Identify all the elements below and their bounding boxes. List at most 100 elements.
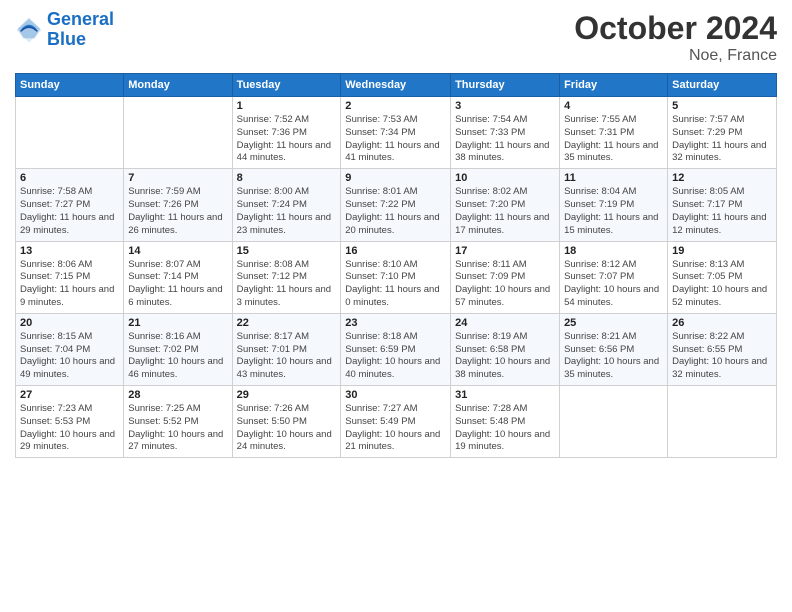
weekday-header-saturday: Saturday <box>668 74 777 97</box>
calendar-cell: 8 Sunrise: 8:00 AM Sunset: 7:24 PM Daylig… <box>232 169 341 241</box>
calendar-cell <box>16 97 124 169</box>
weekday-header-wednesday: Wednesday <box>341 74 451 97</box>
calendar-cell: 16Sunrise: 8:10 AM Sunset: 7:10 PM Dayli… <box>341 241 451 313</box>
calendar-cell: 26Sunrise: 8:22 AM Sunset: 6:55 PM Dayli… <box>668 313 777 385</box>
calendar-cell: 7Sunrise: 7:59 AM Sunset: 7:26 PM Daylig… <box>124 169 232 241</box>
weekday-header-thursday: Thursday <box>451 74 560 97</box>
day-info: Sunrise: 7:26 AM Sunset: 5:50 PM Dayligh… <box>237 403 337 454</box>
day-number: 8 <box>237 172 337 184</box>
calendar-cell <box>668 386 777 458</box>
calendar-cell: 17 Sunrise: 8:11 AM Sunset: 7:09 PM Dayli… <box>451 241 560 313</box>
logo-text: General Blue <box>47 10 114 50</box>
day-info: Sunrise: 8:00 AM Sunset: 7:24 PM Dayligh… <box>237 186 337 237</box>
calendar: SundayMondayTuesdayWednesdayThursdayFrid… <box>15 73 777 458</box>
day-info: Sunrise: 8:01 AM Sunset: 7:22 PM Dayligh… <box>345 186 446 237</box>
calendar-cell: 31 Sunrise: 7:28 AM Sunset: 5:48 PM Dayli… <box>451 386 560 458</box>
calendar-cell: 1Sunrise: 7:52 AM Sunset: 7:36 PM Daylig… <box>232 97 341 169</box>
weekday-header-sunday: Sunday <box>16 74 124 97</box>
day-number: 31 <box>455 389 555 401</box>
day-number: 11 <box>564 172 663 184</box>
day-number: 27 <box>20 389 119 401</box>
page: General Blue October 2024 Noe, France Su… <box>0 0 792 612</box>
day-info: Sunrise: 8:18 AM Sunset: 6:59 PM Dayligh… <box>345 331 446 382</box>
title-block: October 2024 Noe, France <box>574 10 777 65</box>
logo-icon <box>15 16 43 44</box>
weekday-header-tuesday: Tuesday <box>232 74 341 97</box>
day-info: Sunrise: 8:07 AM Sunset: 7:14 PM Dayligh… <box>128 259 227 310</box>
calendar-cell: 14 Sunrise: 8:07 AM Sunset: 7:14 PM Dayli… <box>124 241 232 313</box>
day-number: 21 <box>128 317 227 329</box>
calendar-cell: 19 Sunrise: 8:13 AM Sunset: 7:05 PM Dayli… <box>668 241 777 313</box>
calendar-cell <box>124 97 232 169</box>
day-info: Sunrise: 8:05 AM Sunset: 7:17 PM Dayligh… <box>672 186 772 237</box>
location: Noe, France <box>574 47 777 65</box>
month-title: October 2024 <box>574 10 777 47</box>
day-number: 17 <box>455 245 555 257</box>
day-info: Sunrise: 7:57 AM Sunset: 7:29 PM Dayligh… <box>672 114 772 165</box>
day-info: Sunrise: 8:11 AM Sunset: 7:09 PM Dayligh… <box>455 259 555 310</box>
calendar-cell: 27 Sunrise: 7:23 AM Sunset: 5:53 PM Dayli… <box>16 386 124 458</box>
day-number: 22 <box>237 317 337 329</box>
day-info: Sunrise: 7:25 AM Sunset: 5:52 PM Dayligh… <box>128 403 227 454</box>
day-number: 18 <box>564 245 663 257</box>
day-number: 10 <box>455 172 555 184</box>
calendar-cell: 21 Sunrise: 8:16 AM Sunset: 7:02 PM Dayli… <box>124 313 232 385</box>
week-row-4: 27 Sunrise: 7:23 AM Sunset: 5:53 PM Dayli… <box>16 386 777 458</box>
day-info: Sunrise: 8:04 AM Sunset: 7:19 PM Dayligh… <box>564 186 663 237</box>
calendar-cell: 18 Sunrise: 8:12 AM Sunset: 7:07 PM Dayli… <box>560 241 668 313</box>
calendar-cell: 4Sunrise: 7:55 AM Sunset: 7:31 PM Daylig… <box>560 97 668 169</box>
day-number: 2 <box>345 100 446 112</box>
day-number: 15 <box>237 245 337 257</box>
day-number: 29 <box>237 389 337 401</box>
day-info: Sunrise: 8:19 AM Sunset: 6:58 PM Dayligh… <box>455 331 555 382</box>
calendar-cell: 2 Sunrise: 7:53 AM Sunset: 7:34 PM Daylig… <box>341 97 451 169</box>
day-info: Sunrise: 8:16 AM Sunset: 7:02 PM Dayligh… <box>128 331 227 382</box>
week-row-2: 13 Sunrise: 8:06 AM Sunset: 7:15 PM Dayli… <box>16 241 777 313</box>
calendar-cell: 20Sunrise: 8:15 AM Sunset: 7:04 PM Dayli… <box>16 313 124 385</box>
day-number: 28 <box>128 389 227 401</box>
day-number: 6 <box>20 172 119 184</box>
week-row-3: 20Sunrise: 8:15 AM Sunset: 7:04 PM Dayli… <box>16 313 777 385</box>
day-number: 19 <box>672 245 772 257</box>
day-number: 7 <box>128 172 227 184</box>
day-info: Sunrise: 8:08 AM Sunset: 7:12 PM Dayligh… <box>237 259 337 310</box>
calendar-cell: 25 Sunrise: 8:21 AM Sunset: 6:56 PM Dayli… <box>560 313 668 385</box>
day-info: Sunrise: 7:28 AM Sunset: 5:48 PM Dayligh… <box>455 403 555 454</box>
day-number: 13 <box>20 245 119 257</box>
day-info: Sunrise: 7:54 AM Sunset: 7:33 PM Dayligh… <box>455 114 555 165</box>
day-number: 16 <box>345 245 446 257</box>
day-info: Sunrise: 8:21 AM Sunset: 6:56 PM Dayligh… <box>564 331 663 382</box>
weekday-header-monday: Monday <box>124 74 232 97</box>
day-number: 24 <box>455 317 555 329</box>
week-row-0: 1Sunrise: 7:52 AM Sunset: 7:36 PM Daylig… <box>16 97 777 169</box>
day-info: Sunrise: 7:23 AM Sunset: 5:53 PM Dayligh… <box>20 403 119 454</box>
weekday-header-friday: Friday <box>560 74 668 97</box>
calendar-cell: 23 Sunrise: 8:18 AM Sunset: 6:59 PM Dayli… <box>341 313 451 385</box>
day-info: Sunrise: 8:12 AM Sunset: 7:07 PM Dayligh… <box>564 259 663 310</box>
header: General Blue October 2024 Noe, France <box>15 10 777 65</box>
calendar-cell: 3Sunrise: 7:54 AM Sunset: 7:33 PM Daylig… <box>451 97 560 169</box>
calendar-cell: 29 Sunrise: 7:26 AM Sunset: 5:50 PM Dayli… <box>232 386 341 458</box>
week-row-1: 6 Sunrise: 7:58 AM Sunset: 7:27 PM Daylig… <box>16 169 777 241</box>
day-info: Sunrise: 7:53 AM Sunset: 7:34 PM Dayligh… <box>345 114 446 165</box>
calendar-cell: 28 Sunrise: 7:25 AM Sunset: 5:52 PM Dayli… <box>124 386 232 458</box>
day-info: Sunrise: 7:27 AM Sunset: 5:49 PM Dayligh… <box>345 403 446 454</box>
day-number: 25 <box>564 317 663 329</box>
day-info: Sunrise: 8:06 AM Sunset: 7:15 PM Dayligh… <box>20 259 119 310</box>
calendar-cell <box>560 386 668 458</box>
day-number: 23 <box>345 317 446 329</box>
day-info: Sunrise: 8:17 AM Sunset: 7:01 PM Dayligh… <box>237 331 337 382</box>
day-info: Sunrise: 7:58 AM Sunset: 7:27 PM Dayligh… <box>20 186 119 237</box>
calendar-cell: 12Sunrise: 8:05 AM Sunset: 7:17 PM Dayli… <box>668 169 777 241</box>
day-number: 14 <box>128 245 227 257</box>
calendar-cell: 15 Sunrise: 8:08 AM Sunset: 7:12 PM Dayli… <box>232 241 341 313</box>
day-number: 30 <box>345 389 446 401</box>
calendar-cell: 13 Sunrise: 8:06 AM Sunset: 7:15 PM Dayli… <box>16 241 124 313</box>
day-number: 5 <box>672 100 772 112</box>
calendar-cell: 11 Sunrise: 8:04 AM Sunset: 7:19 PM Dayli… <box>560 169 668 241</box>
calendar-cell: 5 Sunrise: 7:57 AM Sunset: 7:29 PM Daylig… <box>668 97 777 169</box>
calendar-cell: 9Sunrise: 8:01 AM Sunset: 7:22 PM Daylig… <box>341 169 451 241</box>
calendar-cell: 10 Sunrise: 8:02 AM Sunset: 7:20 PM Dayli… <box>451 169 560 241</box>
day-info: Sunrise: 8:02 AM Sunset: 7:20 PM Dayligh… <box>455 186 555 237</box>
day-info: Sunrise: 8:13 AM Sunset: 7:05 PM Dayligh… <box>672 259 772 310</box>
